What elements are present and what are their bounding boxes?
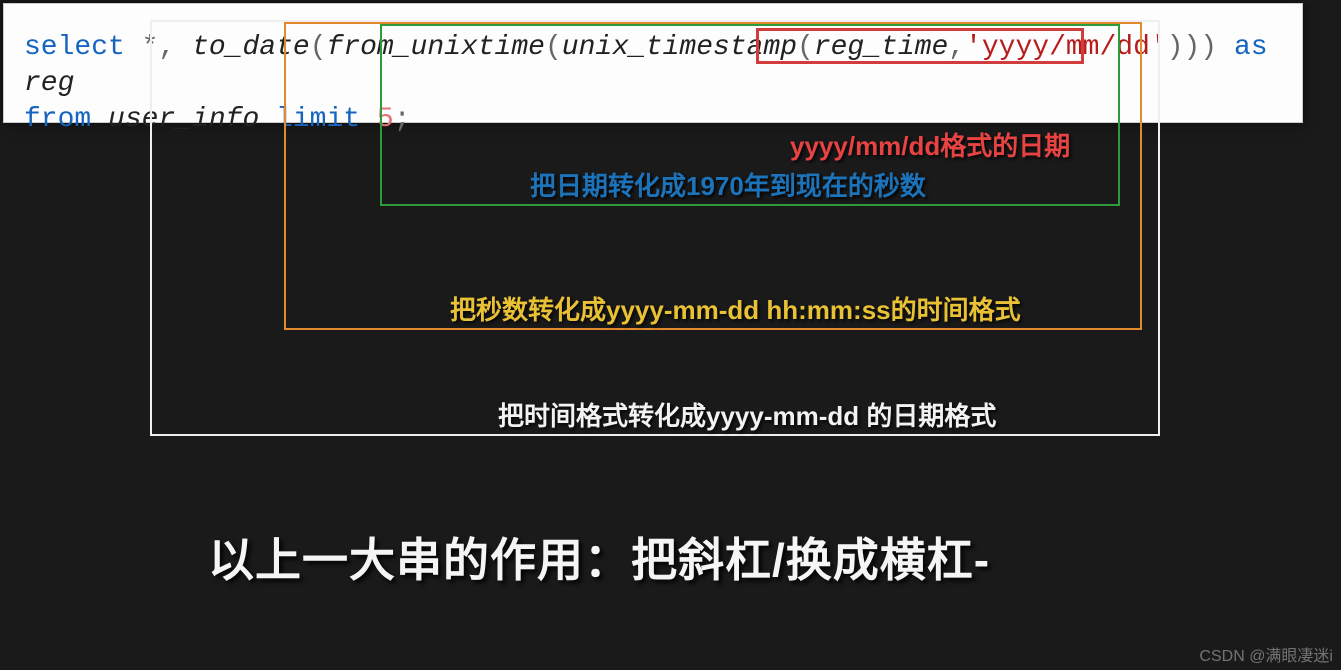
id-reg: reg bbox=[24, 68, 74, 99]
str-fmt: 'yyyy/mm/dd' bbox=[965, 32, 1167, 63]
lp2: ( bbox=[545, 32, 562, 63]
annotation-blue: 把日期转化成1970年到现在的秒数 bbox=[530, 166, 926, 203]
kw-as: as bbox=[1234, 32, 1268, 63]
sql-code-box: select *, to_date(from_unixtime(unix_tim… bbox=[3, 3, 1303, 123]
id-user-info: user_info bbox=[108, 104, 259, 135]
annotation-white: 把时间格式转化成yyyy-mm-dd 的日期格式 bbox=[498, 396, 996, 433]
kw-select: select bbox=[24, 32, 125, 63]
fn-unix-timestamp: unix_timestamp bbox=[562, 32, 797, 63]
code-line-1: select *, to_date(from_unixtime(unix_tim… bbox=[24, 30, 1302, 102]
op-star: * bbox=[142, 32, 159, 63]
id-reg-time: reg_time bbox=[814, 32, 948, 63]
lp3: ( bbox=[797, 32, 814, 63]
code-line-2: from user_info limit 5; bbox=[24, 102, 1302, 138]
op-comma2: , bbox=[948, 32, 965, 63]
op-comma: , bbox=[158, 32, 175, 63]
rp3: ))) bbox=[1167, 32, 1217, 63]
annotation-red: yyyy/mm/dd格式的日期 bbox=[790, 126, 1070, 163]
fn-from-unixtime: from_unixtime bbox=[327, 32, 545, 63]
kw-from: from bbox=[24, 104, 91, 135]
watermark: CSDN @满眼凄迷i bbox=[1199, 642, 1333, 666]
num-five: 5 bbox=[377, 104, 394, 135]
kw-limit: limit bbox=[276, 104, 360, 135]
annotation-yellow: 把秒数转化成yyyy-mm-dd hh:mm:ss的时间格式 bbox=[450, 290, 1021, 327]
fn-to-date: to_date bbox=[192, 32, 310, 63]
op-semi: ; bbox=[394, 104, 411, 135]
summary-title: 以上一大串的作用：把斜杠/换成横杠- bbox=[208, 524, 990, 590]
lp1: ( bbox=[310, 32, 327, 63]
